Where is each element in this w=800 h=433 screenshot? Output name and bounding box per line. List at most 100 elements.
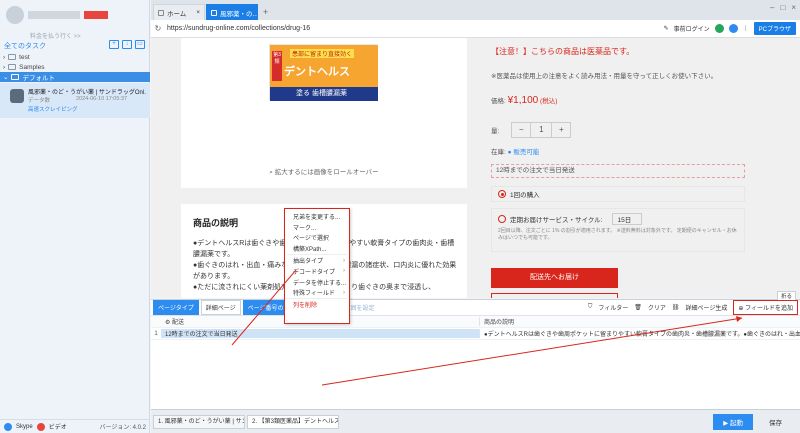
save-button[interactable]: 保存 xyxy=(755,414,796,430)
ext-icon[interactable] xyxy=(728,24,738,33)
product-image[interactable]: 第3類 患部に留まり直接効く デントヘルス 塗る 歯槽膿漏薬 xyxy=(269,44,378,101)
folder-label: Samples xyxy=(19,63,45,71)
trash-icon[interactable]: 🗑 xyxy=(634,304,642,311)
task-sidebar: 料金を払う行く >> 全てのタスク + ↓ ▭ › test › Samples… xyxy=(0,0,150,433)
app-window: 料金を払う行く >> 全てのタスク + ↓ ▭ › test › Samples… xyxy=(0,0,800,433)
product-tagline: 患部に留まり直接効く xyxy=(290,49,355,58)
cell-shipping[interactable]: 12時までの注文で当日発送 xyxy=(161,329,479,338)
tab-home[interactable]: ホーム × xyxy=(153,4,205,20)
username-blurred xyxy=(28,11,80,19)
clear-button[interactable]: クリア xyxy=(648,303,666,312)
filter-icon[interactable]: ⛉ xyxy=(588,304,593,311)
column-header-description[interactable]: 商品の説明 xyxy=(479,317,800,326)
price-row: 価格: ¥1,100 (税込) xyxy=(491,95,557,106)
data-panel-actions: ⛉ フィルター 🗑 クリア ⛓ 詳細ページ生成 ⊕ フィールドを追加 xyxy=(588,300,800,315)
more-icon[interactable]: ⋮ xyxy=(743,25,749,32)
pc-browser-dropdown[interactable]: PCブラウザ xyxy=(753,22,796,35)
tab-product-list[interactable]: 風邪薬・の... × xyxy=(206,4,258,20)
gear-icon[interactable]: ⚙ xyxy=(165,320,172,326)
folder-test[interactable]: › test xyxy=(0,52,150,62)
context-menu-item[interactable]: 特殊フィールド › xyxy=(285,288,349,299)
avatar[interactable] xyxy=(6,6,24,24)
page-tab-1[interactable]: 1. 風邪薬・のど・うがい薬 | サン... xyxy=(153,414,245,429)
pre-login-button[interactable]: 事前ログイン xyxy=(674,24,710,33)
skype-icon[interactable] xyxy=(4,422,12,431)
tab-label: ホーム xyxy=(167,10,187,18)
folder-label: デフォルト xyxy=(22,75,55,82)
secondary-button[interactable] xyxy=(491,293,618,298)
minimize-icon[interactable]: – xyxy=(770,3,774,12)
cell-description[interactable]: ●デントヘルスRは歯ぐきや歯周ポケットに留まりやすい軟膏タイプの歯肉炎・歯槽膿漏… xyxy=(479,329,800,338)
context-menu-item[interactable]: マーク... xyxy=(285,222,349,233)
table-row[interactable]: 1 12時までの注文で当日発送 ●デントヘルスRは歯ぐきや歯周ポケットに留まりや… xyxy=(151,328,800,340)
add-task-icon[interactable]: + xyxy=(109,40,119,49)
drug-notice-sub: ※医薬品は使用上の注意をよく読み用法・用量を守って正しくお使い下さい。 xyxy=(491,73,718,80)
new-tab-button[interactable]: + xyxy=(259,4,272,20)
decrement-button[interactable]: − xyxy=(512,123,530,137)
context-menu-item[interactable]: ページで選択 xyxy=(285,233,349,244)
context-menu-item[interactable]: 兄弟を変更する... xyxy=(285,211,349,222)
quantity-label: 量: xyxy=(491,128,500,135)
task-item[interactable]: 風邪薬・のど・うがい薬 | サンドラッグOnl... データ数 2024-06-… xyxy=(0,83,150,118)
page-type-button[interactable]: ページタイプ xyxy=(153,300,199,315)
filter-button[interactable]: フィルター xyxy=(598,303,628,312)
maximize-icon[interactable]: □ xyxy=(780,3,785,12)
add-field-button[interactable]: ⊕ フィールドを追加 xyxy=(733,300,798,315)
play-icon: ▶ xyxy=(723,419,730,427)
video-link[interactable]: ビデオ xyxy=(49,422,67,431)
purchase-option-once[interactable]: 1回の購入 xyxy=(491,186,745,202)
upgrade-link[interactable]: 料金を払う行く >> xyxy=(30,31,81,40)
task-timestamp: 2024-06-10 17:05:37 xyxy=(76,96,128,102)
video-icon[interactable] xyxy=(36,422,45,431)
version-label: バージョン: 4.0.2 xyxy=(99,425,146,431)
table-header: ⚙ 配送 商品の説明 xyxy=(151,316,800,328)
folder-default[interactable]: ⌄ デフォルト xyxy=(0,72,150,82)
url-field[interactable]: https://sundrug-online.com/collections/d… xyxy=(167,25,310,32)
edit-icon[interactable]: ✎ xyxy=(664,25,669,32)
start-button[interactable]: ▶ 起動 xyxy=(713,413,753,430)
account-area[interactable] xyxy=(6,6,108,24)
web-page: 第3類 患部に留まり直接効く デントヘルス 塗る 歯槽膿漏薬 ⌕ 拡大するには画… xyxy=(151,38,800,298)
detail-page-select[interactable]: 詳細ページ xyxy=(200,300,241,315)
product-image-card: 第3類 患部に留まり直接効く デントヘルス 塗る 歯槽膿漏薬 ⌕ 拡大するには画… xyxy=(181,38,467,188)
data-table: ⚙ 配送 商品の説明 1 12時までの注文で当日発送 ●デントヘルスRは歯ぐきや… xyxy=(151,316,800,340)
status-icon[interactable] xyxy=(714,24,724,33)
detail-page-gen-button[interactable]: 詳細ページ生成 xyxy=(686,303,728,312)
window-controls: – □ × xyxy=(770,3,796,12)
close-icon[interactable]: × xyxy=(196,9,200,16)
browser-tabs: ホーム × 風邪薬・の... × + – □ × xyxy=(151,0,800,20)
start-label: 起動 xyxy=(730,419,743,427)
folder-samples[interactable]: › Samples xyxy=(0,62,150,72)
context-menu-item[interactable]: 抽出タイプ › xyxy=(285,255,349,266)
folder-icon xyxy=(8,54,17,60)
add-field-label: フィールドを追加 xyxy=(745,306,793,312)
row-index: 1 xyxy=(154,330,158,337)
folder-icon xyxy=(11,74,20,80)
context-menu-item[interactable]: 構築XPath... xyxy=(285,243,349,254)
radio-icon[interactable] xyxy=(498,190,506,198)
reload-icon[interactable]: ↻ xyxy=(151,24,165,33)
page-tab-2[interactable]: 2. 【第3類医薬品】デントヘルスR... xyxy=(247,414,339,429)
quantity-stepper[interactable]: − 1 + xyxy=(511,122,572,138)
folder-add-icon[interactable]: ▭ xyxy=(135,40,145,49)
purchase-panel: 【注意！】こちらの商品は医薬品です。 ※医薬品は使用上の注意をよく読み用法・用量… xyxy=(481,38,781,298)
zoom-hint: ⌕ 拡大するには画像をロールオーバー xyxy=(181,166,467,177)
context-menu-item[interactable]: 列を削除 xyxy=(285,299,349,310)
context-menu-item[interactable]: データを停止する... xyxy=(285,277,349,288)
shipping-info[interactable]: 12時までの注文で当日発送 xyxy=(491,164,745,178)
link-icon[interactable]: ⛓ xyxy=(672,304,680,311)
all-tasks-label[interactable]: 全てのタスク xyxy=(4,41,46,51)
close-window-icon[interactable]: × xyxy=(791,3,796,12)
context-menu-item[interactable]: デコードタイプ › xyxy=(285,266,349,277)
add-to-cart-button[interactable]: 配送先へお届け xyxy=(491,268,618,288)
cycle-select[interactable]: 15日 xyxy=(612,213,643,225)
robot-icon xyxy=(10,89,24,103)
data-panel-toolbar: ページタイプ 詳細ページ ページ番号の設定 スクレイピング範囲を設定 ⛉ フィル… xyxy=(151,300,800,316)
quantity-value[interactable]: 1 xyxy=(530,123,553,137)
purchase-option-subscription[interactable]: 定期お届けサービス・サイクル: 15日 2回目以降、注文ごとに 1% の割引が適… xyxy=(491,208,745,252)
product-subtitle: 塗る 歯槽膿漏薬 xyxy=(270,87,378,101)
skype-link[interactable]: Skype xyxy=(16,424,33,430)
increment-button[interactable]: + xyxy=(552,123,570,137)
import-icon[interactable]: ↓ xyxy=(122,40,132,49)
radio-icon[interactable] xyxy=(498,215,506,223)
